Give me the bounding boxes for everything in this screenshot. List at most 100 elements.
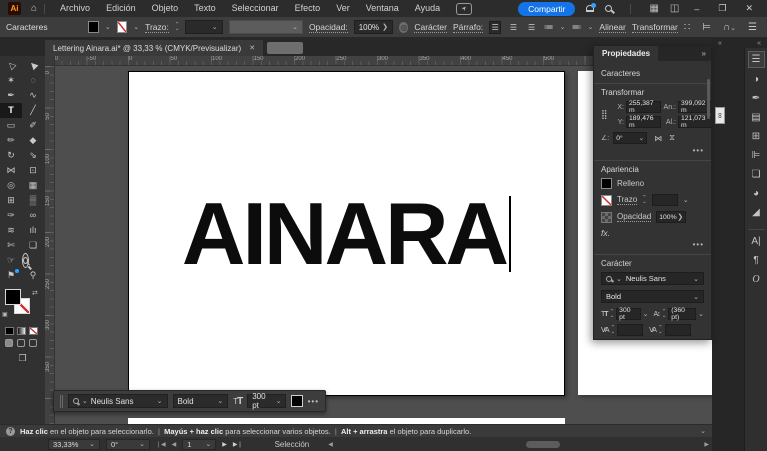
draw-inside-button[interactable] [29, 339, 37, 347]
font-style-field[interactable]: Bold ⌄ [601, 290, 704, 303]
properties-panel-icon[interactable]: ☰ [748, 51, 765, 68]
fill-color-swatch[interactable] [88, 21, 98, 33]
fill-proxy-swatch[interactable] [5, 289, 21, 305]
collapse-dock-icon[interactable]: « [757, 40, 761, 47]
help-icon[interactable]: ? [6, 427, 15, 436]
collapse-panel-icon[interactable]: » [702, 49, 711, 58]
free-transform-tool[interactable]: ⊡ [22, 163, 44, 178]
notifications-bell-icon[interactable] [586, 5, 594, 12]
chevron-down-icon[interactable]: ⌄ [693, 275, 699, 283]
chevron-down-icon[interactable]: ⌄ [217, 397, 223, 405]
pen-tool[interactable]: ✒ [0, 88, 22, 103]
last-artboard-icon[interactable]: ▶❘ [233, 441, 243, 448]
color-panel-icon[interactable]: ◑ [748, 72, 765, 87]
font-size-stepper[interactable]: ⌃⌄ [610, 310, 615, 318]
horizontal-scrollbar[interactable]: ◀ ▶ [325, 437, 712, 451]
screen-mode-button[interactable]: ❐ [0, 353, 45, 364]
close-tab-icon[interactable]: ✕ [249, 44, 255, 52]
scrollbar-thumb[interactable] [526, 441, 560, 448]
glyph-alignment-icon[interactable]: ⊨ [702, 22, 711, 33]
selection-tool[interactable]: ▷ [0, 58, 22, 73]
rotation-field[interactable]: 0°⌄ [106, 439, 150, 450]
tracking-field[interactable] [665, 324, 691, 336]
glyphs-panel-icon[interactable]: O [748, 272, 765, 287]
kerning-field[interactable] [617, 324, 643, 336]
paragraph-panel-icon[interactable]: ¶ [748, 253, 765, 268]
transform-panel-icon[interactable]: ⊞ [748, 129, 765, 144]
chevron-right-icon[interactable]: ❯ [382, 23, 388, 31]
draw-behind-button[interactable] [17, 339, 25, 347]
collapse-dock-icon[interactable]: « [718, 40, 722, 47]
gradient-button[interactable] [17, 327, 26, 335]
artboard-number-field[interactable]: 1⌄ [182, 439, 216, 450]
slice-tool[interactable]: ✄ [0, 238, 22, 253]
menu-seleccionar[interactable]: Seleccionar [224, 0, 287, 17]
character-panel-link[interactable]: Carácter [414, 22, 447, 33]
ruler-corner[interactable] [45, 56, 55, 66]
none-button[interactable] [29, 327, 38, 335]
scrollbar-track[interactable] [336, 440, 702, 449]
paragraph-panel-link[interactable]: Párrafo: [453, 22, 483, 33]
magic-wand-tool[interactable]: ✶ [0, 73, 22, 88]
x-field[interactable]: 255,387 m [626, 101, 661, 113]
menu-texto[interactable]: Texto [186, 0, 224, 17]
chevron-down-icon[interactable]: ⌄ [212, 23, 218, 31]
font-style-field[interactable]: Bold ⌄ [173, 394, 229, 408]
shape-builder-tool[interactable]: ◎ [0, 178, 22, 193]
eraser-tool[interactable]: ◆ [22, 133, 44, 148]
artboard-tool[interactable]: ❏ [22, 238, 44, 253]
previous-artboard-icon[interactable]: ◀ [172, 441, 177, 448]
menu-ver[interactable]: Ver [328, 0, 358, 17]
chevron-down-icon[interactable]: ⌄ [693, 293, 699, 301]
stroke-swatch[interactable] [601, 195, 612, 206]
rectangle-tool[interactable]: ▭ [0, 118, 22, 133]
opacity-swatch[interactable] [601, 212, 612, 223]
type-tool[interactable]: T [0, 103, 22, 118]
reference-point-icon[interactable]: ⣿ [601, 109, 615, 120]
rotate-tool[interactable]: ↻ [0, 148, 22, 163]
menu-efecto[interactable]: Efecto [287, 0, 329, 17]
stroke-weight-label[interactable]: Trazo: [145, 22, 169, 33]
home-icon[interactable]: ⌂ [31, 3, 37, 14]
gradient-tool[interactable]: ▒ [22, 193, 44, 208]
lasso-tool[interactable]: ◌ [22, 73, 44, 88]
more-options-icon[interactable]: ••• [308, 397, 319, 406]
arrange-documents-icon[interactable]: ▦ [649, 3, 658, 14]
chevron-down-icon[interactable]: ⌄ [560, 23, 566, 31]
chevron-down-icon[interactable]: ⌄ [683, 196, 689, 204]
pencil-tool[interactable]: ✏ [0, 133, 22, 148]
fx-label[interactable]: fx. [601, 228, 704, 238]
perspective-grid-tool[interactable]: ▦ [22, 178, 44, 193]
type-styles-panel-icon[interactable]: ✒ [748, 91, 765, 106]
app-logo-icon[interactable]: Ai [8, 2, 21, 15]
chevron-down-icon[interactable]: ⌄ [638, 134, 644, 142]
restore-button[interactable]: ❐ [714, 3, 730, 14]
chevron-down-icon[interactable]: ⌄ [698, 310, 704, 318]
scroll-right-icon[interactable]: ▶ [701, 441, 712, 448]
rotation-field[interactable]: 0°⌄ [613, 132, 647, 144]
menu-objeto[interactable]: Objeto [144, 0, 187, 17]
scroll-left-icon[interactable]: ◀ [325, 441, 336, 448]
gradient-panel-icon[interactable]: ◢ [748, 205, 765, 220]
marquee-options-icon[interactable]: ∷ [684, 22, 690, 33]
font-size-field[interactable]: 300 pt ⌄ [247, 394, 286, 408]
opacity-field[interactable]: 100%❯ [354, 20, 393, 34]
mesh-tool[interactable]: ⊞ [0, 193, 22, 208]
fill-swatch[interactable] [601, 178, 612, 189]
zoom-tool[interactable] [22, 253, 29, 268]
minimize-button[interactable]: – [690, 4, 703, 14]
vertical-ruler[interactable]: 050100150200250300350 [45, 66, 55, 424]
kerning-stepper[interactable]: ⌃⌄ [611, 326, 616, 334]
more-options-icon[interactable]: ••• [601, 146, 704, 155]
layers-panel-icon[interactable]: ❏ [748, 167, 765, 182]
align-right-button[interactable]: ☰ [526, 21, 538, 34]
stroke-label[interactable]: Trazo [617, 195, 637, 205]
stroke-stepper[interactable]: ⌃⌄ [175, 23, 180, 31]
font-family-field[interactable]: ⌄ Neulis Sans ⌄ [601, 272, 704, 285]
column-graph-tool[interactable]: ılı [22, 223, 44, 238]
stroke-stepper[interactable]: ⌃⌄ [642, 196, 647, 204]
font-family-field[interactable]: ⌄ Neulis Sans ⌄ [68, 394, 168, 408]
arc-options-icon[interactable]: ∩⌄ [723, 22, 736, 33]
chevron-down-icon[interactable]: ⌄ [205, 440, 211, 448]
stroke-weight-field[interactable] [652, 194, 678, 206]
